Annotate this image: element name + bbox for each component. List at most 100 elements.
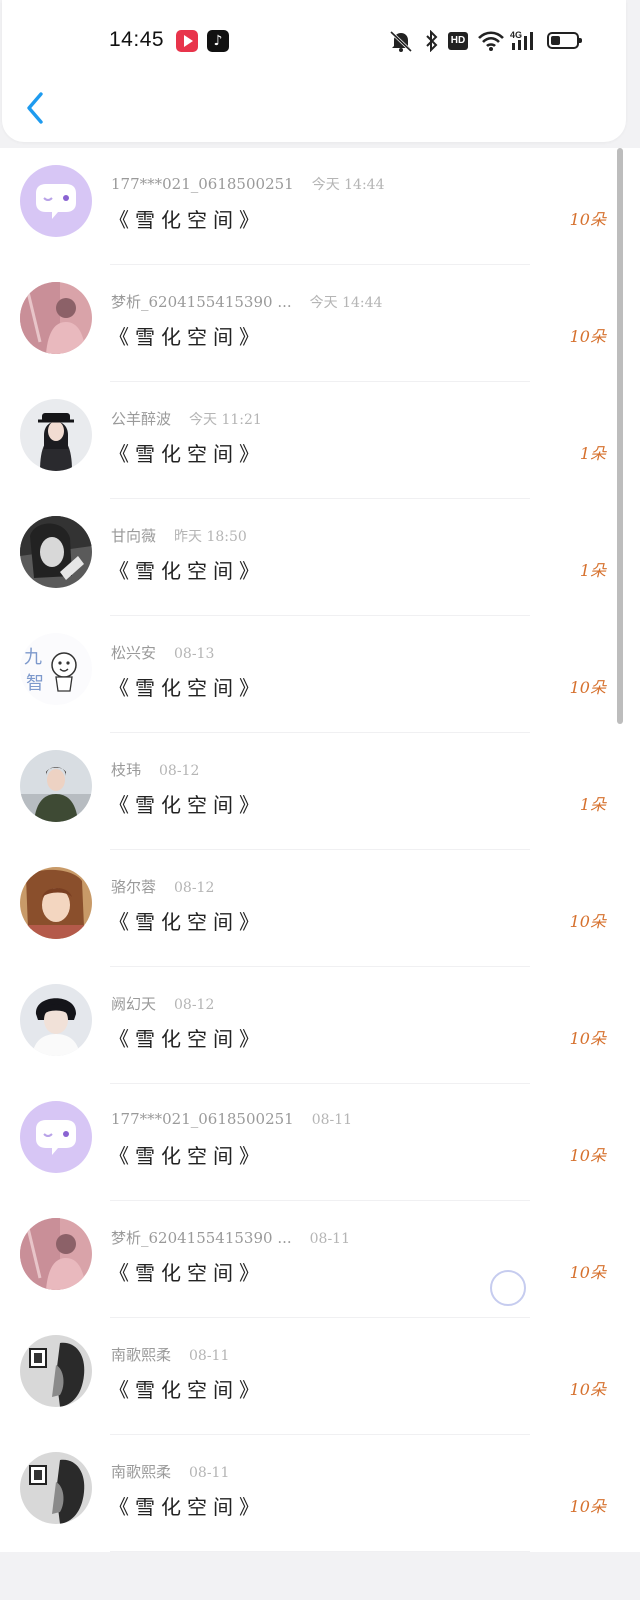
user-name: 177***021_0618500251 bbox=[111, 1110, 294, 1128]
bluetooth-icon bbox=[426, 30, 438, 52]
flower-count: 10朵 bbox=[569, 1146, 606, 1165]
user-name: 177***021_0618500251 bbox=[111, 175, 294, 193]
book-title: 《雪化空间》 bbox=[109, 559, 265, 583]
list-item[interactable]: 阙幻天 08-12 《雪化空间》 10朵 bbox=[0, 967, 640, 1084]
user-info: 177***021_0618500251 今天 14:44 bbox=[111, 174, 385, 194]
video-app-icon bbox=[176, 30, 198, 52]
timestamp: 08-13 bbox=[174, 646, 215, 662]
tiktok-icon: ♪ bbox=[207, 30, 229, 52]
list-item[interactable]: 梦析_6204155415390 ... 08-11 《雪化空间》 10朵 bbox=[0, 1201, 640, 1318]
avatar[interactable] bbox=[20, 1218, 92, 1290]
flower-count: 10朵 bbox=[569, 1263, 606, 1282]
book-title: 《雪化空间》 bbox=[109, 910, 265, 934]
status-bar: 14:45 ♪ HD 4G bbox=[2, 0, 626, 84]
timestamp: 08-12 bbox=[159, 763, 200, 779]
flower-count: 1朵 bbox=[579, 795, 606, 814]
user-info: 骆尔蓉 08-12 bbox=[111, 876, 214, 897]
avatar[interactable] bbox=[20, 1335, 92, 1407]
user-info: 梦析_6204155415390 ... 08-11 bbox=[111, 1227, 350, 1248]
battery-icon bbox=[547, 32, 582, 49]
list-item[interactable]: 177***021_0618500251 08-11 《雪化空间》 10朵 bbox=[0, 1084, 640, 1201]
back-button[interactable] bbox=[22, 90, 52, 126]
user-info: 南歌熙柔 08-11 bbox=[111, 1344, 229, 1365]
flower-count: 10朵 bbox=[569, 1497, 606, 1516]
avatar[interactable]: 九智 bbox=[20, 633, 92, 705]
gift-record-list[interactable]: 177***021_0618500251 今天 14:44 《雪化空间》 10朵 梦析_… bbox=[0, 148, 640, 1552]
chevron-left-icon bbox=[27, 92, 43, 124]
avatar[interactable] bbox=[20, 1101, 92, 1173]
user-info: 公羊醉波 今天 11:21 bbox=[111, 408, 262, 429]
list-item[interactable]: 骆尔蓉 08-12 《雪化空间》 10朵 bbox=[0, 850, 640, 967]
avatar[interactable] bbox=[20, 282, 92, 354]
list-item[interactable]: 九智 松兴安 08-13 《雪化空间》 10朵 bbox=[0, 616, 640, 733]
user-name: 梦析_6204155415390 ... bbox=[111, 293, 292, 311]
list-item[interactable]: 梦析_6204155415390 ... 今天 14:44 《雪化空间》 10朵 bbox=[0, 265, 640, 382]
avatar[interactable] bbox=[20, 399, 92, 471]
wifi-icon bbox=[478, 31, 504, 51]
status-time: 14:45 bbox=[109, 28, 165, 51]
divider bbox=[110, 1551, 530, 1552]
timestamp: 08-11 bbox=[309, 1231, 350, 1247]
user-name: 梦析_6204155415390 ... bbox=[111, 1229, 292, 1247]
scrollbar[interactable] bbox=[617, 148, 623, 724]
timestamp: 今天 14:44 bbox=[309, 295, 383, 311]
book-title: 《雪化空间》 bbox=[109, 208, 265, 232]
user-info: 阙幻天 08-12 bbox=[111, 993, 214, 1014]
flower-count: 10朵 bbox=[569, 912, 606, 931]
user-name: 南歌熙柔 bbox=[111, 1346, 172, 1364]
book-title: 《雪化空间》 bbox=[109, 1144, 265, 1168]
timestamp: 08-11 bbox=[311, 1112, 353, 1128]
timestamp: 08-11 bbox=[189, 1465, 230, 1481]
avatar[interactable] bbox=[20, 165, 92, 237]
book-title: 《雪化空间》 bbox=[109, 442, 265, 466]
user-info: 梦析_6204155415390 ... 今天 14:44 bbox=[111, 291, 382, 312]
flower-count: 10朵 bbox=[569, 327, 606, 346]
list-item[interactable]: 公羊醉波 今天 11:21 《雪化空间》 1朵 bbox=[0, 382, 640, 499]
book-title: 《雪化空间》 bbox=[109, 1378, 265, 1402]
top-header: 14:45 ♪ HD 4G bbox=[2, 0, 626, 142]
book-title: 《雪化空间》 bbox=[109, 1495, 265, 1519]
list-item[interactable]: 枝玮 08-12 《雪化空间》 1朵 bbox=[0, 733, 640, 850]
list-item[interactable]: 南歌熙柔 08-11 《雪化空间》 10朵 bbox=[0, 1435, 640, 1552]
timestamp: 08-11 bbox=[189, 1348, 230, 1364]
timestamp: 今天 14:44 bbox=[311, 177, 385, 193]
user-name: 公羊醉波 bbox=[111, 410, 172, 428]
user-name: 骆尔蓉 bbox=[111, 878, 157, 896]
svg-text:4G: 4G bbox=[510, 30, 522, 40]
avatar[interactable] bbox=[20, 867, 92, 939]
loading-indicator bbox=[490, 1270, 526, 1306]
user-name: 阙幻天 bbox=[111, 995, 157, 1013]
user-name: 枝玮 bbox=[111, 761, 142, 779]
book-title: 《雪化空间》 bbox=[109, 325, 265, 349]
avatar[interactable] bbox=[20, 516, 92, 588]
flower-count: 1朵 bbox=[579, 561, 606, 580]
book-title: 《雪化空间》 bbox=[109, 1027, 265, 1051]
avatar[interactable] bbox=[20, 984, 92, 1056]
list-item[interactable]: 甘向薇 昨天 18:50 《雪化空间》 1朵 bbox=[0, 499, 640, 616]
mute-bell-icon bbox=[389, 30, 413, 52]
flower-count: 1朵 bbox=[579, 444, 606, 463]
svg-text:九: 九 bbox=[24, 647, 42, 668]
timestamp: 08-12 bbox=[174, 997, 215, 1013]
list-item[interactable]: 南歌熙柔 08-11 《雪化空间》 10朵 bbox=[0, 1318, 640, 1435]
timestamp: 昨天 18:50 bbox=[174, 529, 247, 545]
svg-text:智: 智 bbox=[26, 673, 44, 694]
user-name: 甘向薇 bbox=[111, 527, 157, 545]
user-info: 南歌熙柔 08-11 bbox=[111, 1461, 229, 1482]
flower-count: 10朵 bbox=[569, 1380, 606, 1399]
flower-count: 10朵 bbox=[569, 1029, 606, 1048]
user-name: 南歌熙柔 bbox=[111, 1463, 172, 1481]
user-info: 松兴安 08-13 bbox=[111, 642, 214, 663]
avatar[interactable] bbox=[20, 1452, 92, 1524]
flower-count: 10朵 bbox=[569, 678, 606, 697]
timestamp: 08-12 bbox=[174, 880, 215, 896]
list-item[interactable]: 177***021_0618500251 今天 14:44 《雪化空间》 10朵 bbox=[0, 148, 640, 265]
hd-icon: HD bbox=[448, 32, 468, 50]
book-title: 《雪化空间》 bbox=[109, 676, 265, 700]
avatar[interactable] bbox=[20, 750, 92, 822]
timestamp: 今天 11:21 bbox=[189, 412, 262, 428]
flower-count: 10朵 bbox=[569, 210, 606, 229]
user-info: 甘向薇 昨天 18:50 bbox=[111, 525, 247, 546]
user-name: 松兴安 bbox=[111, 644, 157, 662]
user-info: 枝玮 08-12 bbox=[111, 759, 199, 780]
